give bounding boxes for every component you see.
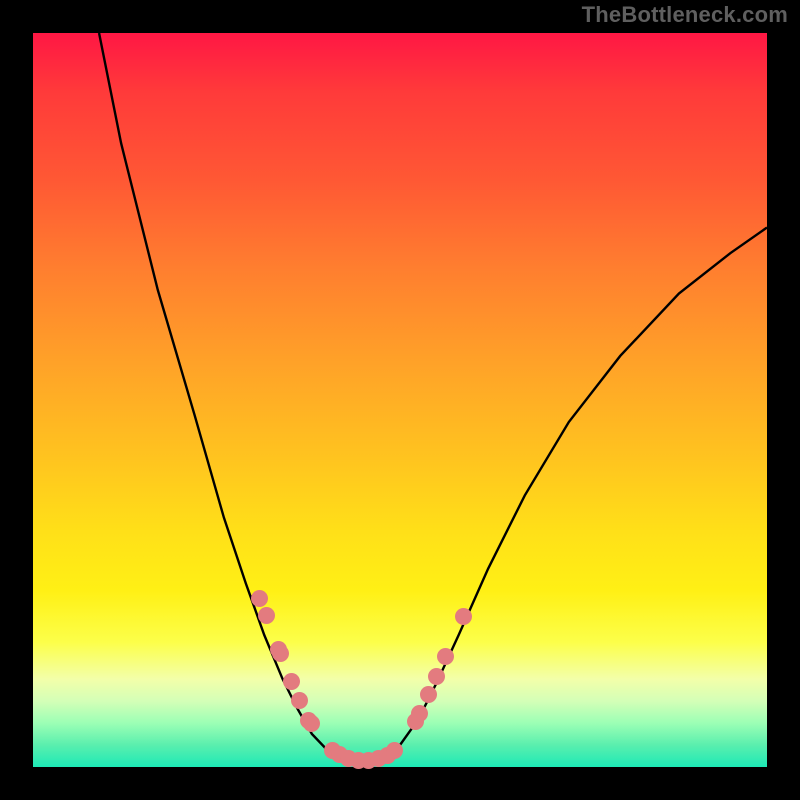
data-marker [251, 590, 268, 607]
curve-path [99, 33, 767, 760]
data-marker [455, 608, 472, 625]
data-marker [420, 686, 437, 703]
data-marker [386, 742, 403, 759]
bottleneck-curve [0, 0, 800, 800]
watermark-text: TheBottleneck.com [582, 2, 788, 28]
chart-container: TheBottleneck.com [0, 0, 800, 800]
data-marker [303, 715, 320, 732]
